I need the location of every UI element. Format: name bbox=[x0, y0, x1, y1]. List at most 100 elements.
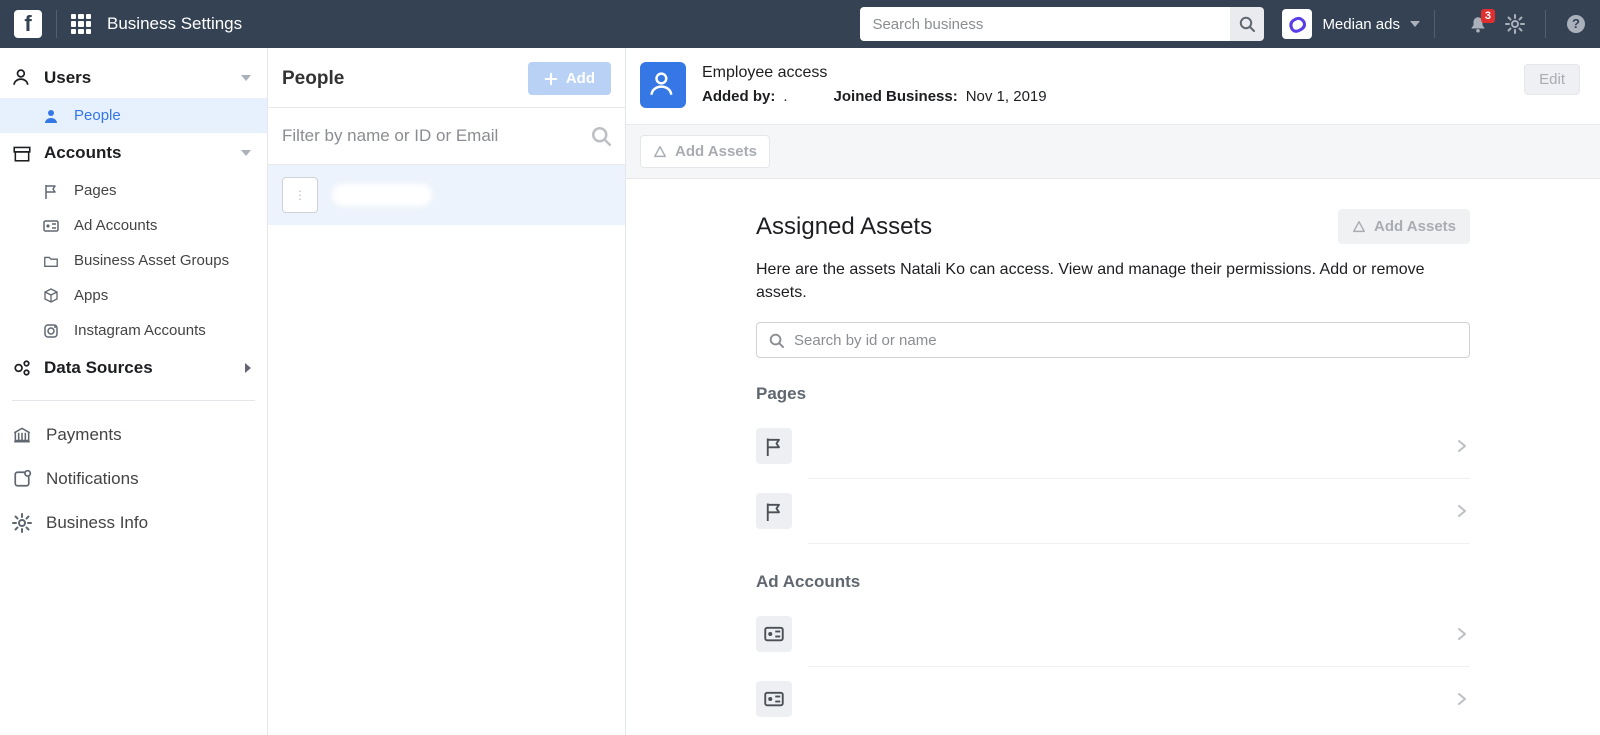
search-icon bbox=[1239, 16, 1255, 32]
joined-label: Joined Business: bbox=[834, 88, 958, 105]
person-icon bbox=[42, 108, 60, 124]
asset-row-page[interactable] bbox=[756, 479, 1470, 543]
settings-icon[interactable] bbox=[1505, 14, 1525, 34]
notifications-icon[interactable]: 3 bbox=[1469, 15, 1487, 33]
triangle-icon bbox=[653, 145, 667, 159]
business-logo bbox=[1282, 9, 1312, 39]
button-label: Add bbox=[566, 70, 595, 87]
sidebar-item-notifications[interactable]: Notifications bbox=[0, 457, 267, 501]
help-icon[interactable] bbox=[1566, 14, 1586, 34]
bank-icon bbox=[12, 426, 32, 444]
detail-panel: Employee access Added by: . Joined Busin… bbox=[626, 48, 1600, 735]
add-assets-button[interactable]: Add Assets bbox=[1338, 209, 1470, 244]
sidebar-item-ad-accounts[interactable]: Ad Accounts bbox=[0, 208, 267, 243]
business-selector[interactable]: Median ads bbox=[1282, 9, 1420, 39]
plus-icon bbox=[544, 72, 558, 86]
ad-account-icon bbox=[42, 218, 60, 234]
search-input[interactable] bbox=[860, 7, 1230, 41]
button-label: Add Assets bbox=[1374, 218, 1456, 235]
detail-toolbar: Add Assets bbox=[626, 124, 1600, 179]
sidebar-item-label: Notifications bbox=[46, 469, 139, 489]
sidebar-label: Accounts bbox=[44, 143, 241, 163]
asset-row-ad-account[interactable] bbox=[756, 667, 1470, 731]
sidebar-item-asset-groups[interactable]: Business Asset Groups bbox=[0, 243, 267, 278]
sidebar-item-label: Ad Accounts bbox=[74, 217, 157, 234]
added-by-label: Added by: bbox=[702, 88, 775, 105]
notifications-settings-icon bbox=[12, 470, 32, 488]
divider bbox=[56, 10, 57, 38]
sidebar-section-data-sources[interactable]: Data Sources bbox=[0, 348, 267, 388]
people-panel: People Add ⋮ bbox=[268, 48, 626, 735]
sidebar-item-pages[interactable]: Pages bbox=[0, 173, 267, 208]
assigned-assets-title: Assigned Assets bbox=[756, 213, 932, 241]
archive-icon bbox=[12, 144, 32, 162]
sidebar-label: Data Sources bbox=[44, 358, 245, 378]
asset-row-page[interactable] bbox=[756, 414, 1470, 478]
sidebar-item-people[interactable]: People bbox=[0, 98, 267, 133]
sidebar-item-label: People bbox=[74, 107, 121, 124]
asset-group-ad-accounts: Ad Accounts bbox=[756, 572, 1470, 592]
folder-icon bbox=[42, 253, 60, 269]
data-sources-icon bbox=[12, 359, 32, 377]
flag-icon bbox=[756, 493, 792, 529]
divider bbox=[808, 543, 1470, 544]
facebook-logo[interactable]: f bbox=[14, 10, 42, 38]
sidebar-item-business-info[interactable]: Business Info bbox=[0, 501, 267, 545]
flag-icon bbox=[42, 183, 60, 199]
asset-search-input[interactable] bbox=[794, 332, 1457, 349]
chevron-down-icon bbox=[241, 150, 251, 156]
sidebar: Users People Accounts Pages Ad Accounts … bbox=[0, 48, 268, 735]
divider bbox=[12, 400, 255, 401]
apps-grid-icon[interactable] bbox=[71, 14, 91, 34]
asset-search bbox=[756, 322, 1470, 358]
added-by-value: . bbox=[783, 88, 787, 105]
triangle-icon bbox=[1352, 220, 1366, 234]
joined-value: Nov 1, 2019 bbox=[966, 88, 1047, 105]
user-role: Employee access bbox=[702, 64, 1508, 82]
user-badge-icon bbox=[640, 62, 686, 108]
filter-people-input[interactable] bbox=[282, 126, 591, 146]
avatar: ⋮ bbox=[282, 177, 318, 213]
asset-row-ad-account[interactable] bbox=[756, 602, 1470, 666]
sidebar-item-label: Business Asset Groups bbox=[74, 252, 229, 269]
sidebar-section-accounts[interactable]: Accounts bbox=[0, 133, 267, 173]
cube-icon bbox=[42, 288, 60, 304]
sidebar-item-label: Pages bbox=[74, 182, 117, 199]
people-panel-title: People bbox=[282, 68, 344, 90]
chevron-down-icon bbox=[1410, 21, 1420, 27]
divider bbox=[1434, 10, 1435, 38]
chevron-right-icon bbox=[1454, 691, 1470, 707]
sidebar-label: Users bbox=[44, 68, 241, 88]
ad-account-icon bbox=[756, 681, 792, 717]
divider bbox=[1545, 10, 1546, 38]
chevron-right-icon bbox=[1454, 503, 1470, 519]
users-icon bbox=[12, 69, 32, 87]
add-person-button[interactable]: Add bbox=[528, 62, 611, 95]
asset-group-pages: Pages bbox=[756, 384, 1470, 404]
business-name: Median ads bbox=[1322, 16, 1400, 33]
search-button[interactable] bbox=[1230, 7, 1264, 41]
sidebar-item-payments[interactable]: Payments bbox=[0, 413, 267, 457]
sidebar-item-instagram[interactable]: Instagram Accounts bbox=[0, 313, 267, 348]
add-assets-toolbar-button[interactable]: Add Assets bbox=[640, 135, 770, 168]
sidebar-item-apps[interactable]: Apps bbox=[0, 278, 267, 313]
ad-account-icon bbox=[756, 616, 792, 652]
sidebar-item-label: Instagram Accounts bbox=[74, 322, 206, 339]
search-icon bbox=[591, 126, 611, 146]
chevron-right-icon bbox=[1454, 438, 1470, 454]
business-search bbox=[860, 7, 1264, 41]
instagram-icon bbox=[42, 323, 60, 339]
sidebar-item-label: Payments bbox=[46, 425, 122, 445]
sidebar-item-label: Apps bbox=[74, 287, 108, 304]
notification-badge: 3 bbox=[1481, 9, 1495, 23]
chevron-down-icon bbox=[241, 75, 251, 81]
edit-button[interactable]: Edit bbox=[1524, 64, 1580, 95]
flag-icon bbox=[756, 428, 792, 464]
assigned-assets-description: Here are the assets Natali Ko can access… bbox=[756, 258, 1470, 304]
chevron-right-icon bbox=[1454, 626, 1470, 642]
person-list-item[interactable]: ⋮ bbox=[268, 165, 625, 225]
topbar: f Business Settings Median ads 3 bbox=[0, 0, 1600, 48]
sidebar-item-label: Business Info bbox=[46, 513, 148, 533]
page-title: Business Settings bbox=[107, 14, 242, 34]
sidebar-section-users[interactable]: Users bbox=[0, 58, 267, 98]
